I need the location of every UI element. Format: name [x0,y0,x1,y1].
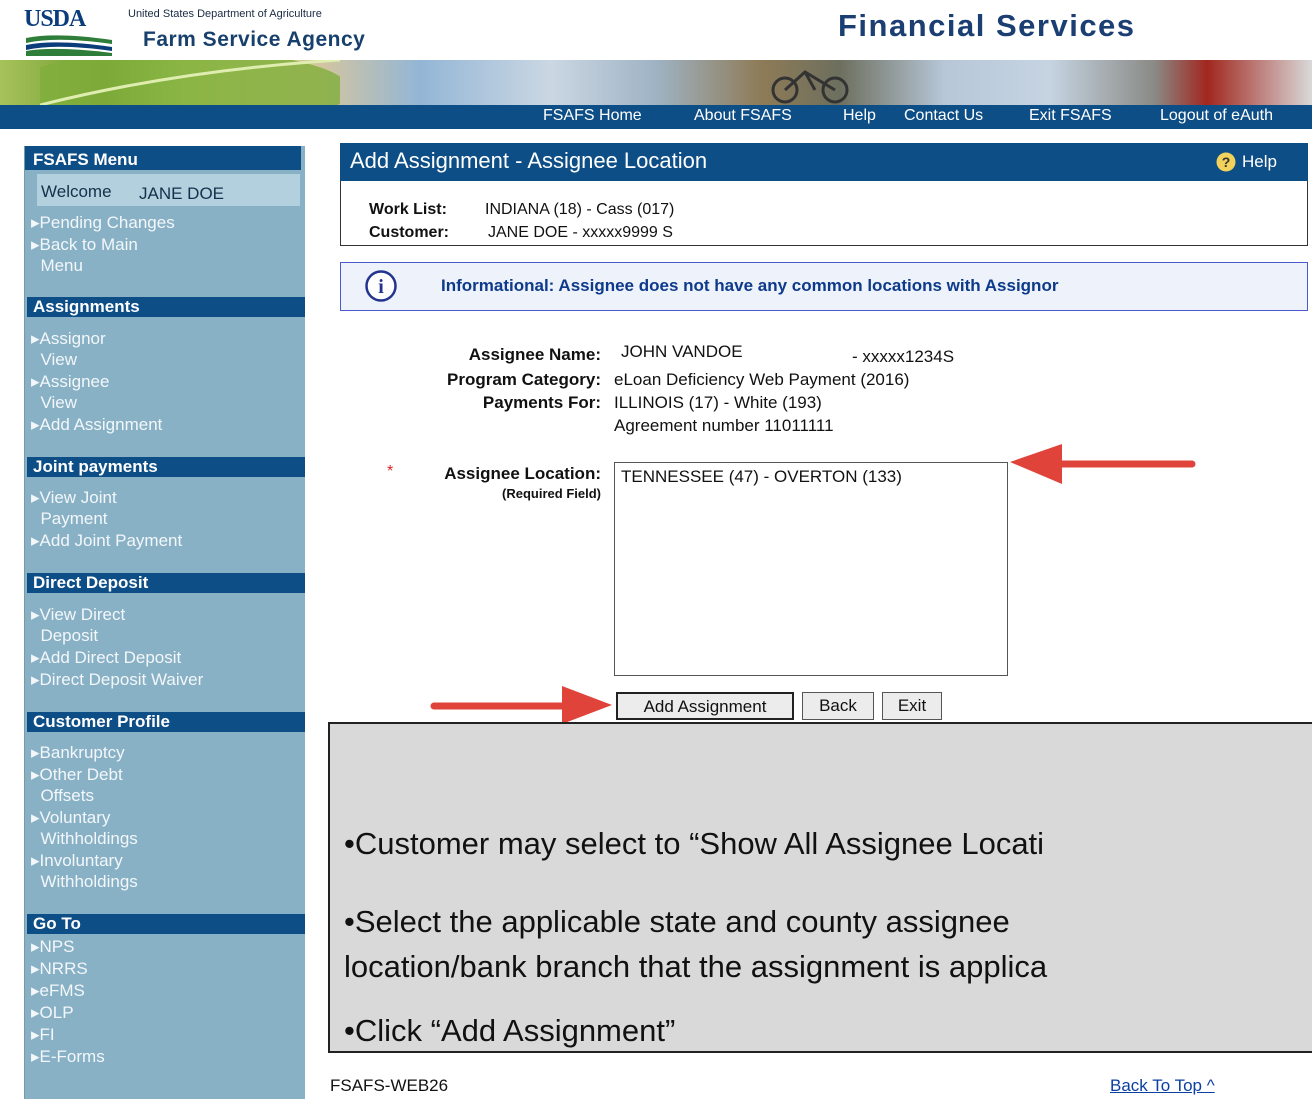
payments-for-label: Payments For: [482,393,601,412]
svg-text:i: i [378,276,384,298]
program-category-label: Program Category: [447,370,601,389]
worklist-label: Work List: [369,201,447,218]
sidebar-item-e-forms[interactable]: ▸E-Forms [31,1046,105,1067]
callout-bullet-select-line2: location/bank branch that the assignment… [344,949,1048,984]
sidebar-item-view-joint-payment[interactable]: ▸View Joint Payment [31,487,117,529]
exit-button[interactable]: Exit [882,692,942,720]
nav-help[interactable]: Help [843,107,876,125]
sidebar-section-assignments: Assignments [27,297,305,317]
sidebar-item-efms[interactable]: ▸eFMS [31,980,85,1001]
sidebar-item-olp[interactable]: ▸OLP [31,1002,74,1023]
agreement-number: Agreement number 11011111 [614,416,834,435]
sidebar-item-add-direct-deposit[interactable]: ▸Add Direct Deposit [31,647,181,668]
help-question-icon[interactable]: ? [1216,152,1236,172]
callout-bullet-select-line1: •Select the applicable state and county … [344,904,1010,939]
instruction-callout: •Customer may select to “Show All Assign… [328,722,1312,1053]
sidebar-section-customer-profile: Customer Profile [27,712,305,732]
sidebar-item-view-direct-deposit[interactable]: ▸View Direct Deposit [31,604,125,646]
customer-value: JANE DOE - xxxxx9999 S [488,224,673,241]
sidebar-item-add-joint-payment[interactable]: ▸Add Joint Payment [31,530,182,551]
sidebar-item-assignee-view[interactable]: ▸Assignee View [31,371,109,413]
sidebar-section-direct-deposit: Direct Deposit [27,573,305,593]
welcome-label: Welcome [41,182,112,201]
bicycle-image-icon [771,70,849,104]
info-icon: i [365,270,397,302]
add-button-arrow-icon [430,686,612,724]
sidebar-item-other-debt-offsets[interactable]: ▸Other Debt Offsets [31,764,123,806]
back-button[interactable]: Back [802,692,874,720]
sidebar-item-voluntary-withholdings[interactable]: ▸Voluntary Withholdings [31,807,138,849]
required-marker: * [387,463,394,480]
sidebar-menu: FSAFS Menu Welcome JANE DOE ▸Pending Cha… [24,146,305,1099]
sidebar-section-joint-payments: Joint payments [27,457,305,477]
leaf-image-icon [40,60,340,105]
assignee-name-value: JOHN VANDOE [621,342,743,361]
welcome-user-name: JANE DOE [139,184,225,203]
sidebar-item-direct-deposit-waiver[interactable]: ▸Direct Deposit Waiver [31,669,203,690]
program-category-value: eLoan Deficiency Web Payment (2016) [614,370,910,389]
top-nav-bar: FSAFS Home About FSAFS Help Contact Us E… [0,105,1312,129]
footer-page-code: FSAFS-WEB26 [330,1076,449,1095]
location-option[interactable]: TENNESSEE (47) - OVERTON (133) [621,467,902,487]
sidebar-item-add-assignment[interactable]: ▸Add Assignment [31,414,162,435]
back-to-top-link[interactable]: Back To Top ^ [1110,1076,1215,1096]
sidebar-item-nrrs[interactable]: ▸NRRS [31,958,88,979]
sidebar-item-assignor-view[interactable]: ▸Assignor View [31,328,106,370]
callout-bullet-click-add: •Click “Add Assignment” [344,1013,676,1048]
sidebar-item-back-to-main-menu[interactable]: ▸Back to Main Menu [31,234,138,276]
nav-about-fsafs[interactable]: About FSAFS [694,107,792,125]
usda-logo-waves-icon [26,35,112,56]
payments-for-value: ILLINOIS (17) - White (193) [614,393,822,412]
department-name: United States Department of Agriculture [128,8,322,20]
assignee-location-label: Assignee Location: [444,464,601,483]
assignee-location-listbox[interactable]: TENNESSEE (47) - OVERTON (133) [614,462,1008,676]
sidebar-item-involuntary-withholdings[interactable]: ▸Involuntary Withholdings [31,850,138,892]
sidebar-item-nps[interactable]: ▸NPS [31,936,75,957]
assignee-name-label: Assignee Name: [468,345,601,364]
nav-contact-us[interactable]: Contact Us [904,107,983,125]
callout-bullet-show-all: •Customer may select to “Show All Assign… [344,826,1045,861]
informational-message: Informational: Assignee does not have an… [441,276,1059,295]
page-title: Add Assignment - Assignee Location [350,148,708,173]
customer-label: Customer: [369,224,450,241]
assignee-id-value: - xxxxx1234S [852,347,955,366]
sidebar-item-pending-changes[interactable]: ▸Pending Changes [31,212,175,233]
sidebar-section-go-to: Go To [27,914,305,934]
svg-text:?: ? [1222,154,1231,170]
site-title: Financial Services [838,8,1136,43]
sidebar-item-fi[interactable]: ▸FI [31,1024,55,1045]
nav-exit-fsafs[interactable]: Exit FSAFS [1029,107,1112,125]
sidebar-menu-title: FSAFS Menu [33,150,138,169]
help-link[interactable]: Help [1242,152,1277,172]
nav-fsafs-home[interactable]: FSAFS Home [543,107,642,125]
nav-logout[interactable]: Logout of eAuth [1160,107,1273,125]
usda-logo: USDA [24,6,86,32]
required-field-note: (Required Field) [502,486,601,501]
header-banner-image [0,60,1312,105]
agency-name: Farm Service Agency [143,28,366,51]
worklist-value: INDIANA (18) - Cass (017) [485,201,675,218]
site-header: USDA United States Department of Agricul… [0,0,1312,60]
add-assignment-button[interactable]: Add Assignment [616,692,794,720]
location-arrow-icon [1010,444,1196,484]
sidebar-item-bankruptcy[interactable]: ▸Bankruptcy [31,742,125,763]
